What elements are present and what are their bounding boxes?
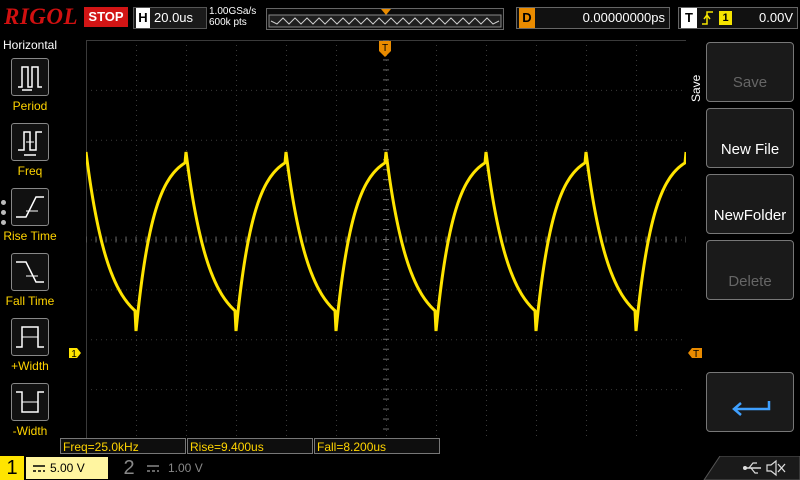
timebase-box[interactable]: H 20.0us <box>133 7 207 29</box>
trigger-level-value: 0.00V <box>759 10 793 25</box>
menu-item-neg-width[interactable]: -Width <box>0 383 60 447</box>
freq-icon <box>11 123 49 161</box>
trigger-level-marker[interactable]: T <box>687 347 703 359</box>
delete-button[interactable]: Delete <box>706 240 794 300</box>
delete-button-label: Delete <box>728 273 772 290</box>
trigger-box[interactable]: T 1 0.00V <box>678 7 798 29</box>
menu-item-label: -Width <box>12 424 48 438</box>
page-dot <box>1 220 6 225</box>
rising-edge-icon <box>702 11 713 25</box>
menu-item-label: +Width <box>11 359 49 373</box>
sample-rate: 1.00GSa/s <box>209 6 257 17</box>
neg-width-icon <box>11 383 49 421</box>
return-button[interactable] <box>706 372 794 432</box>
channel2-number[interactable]: 2 <box>118 456 140 480</box>
trigger-position-marker-label: T <box>382 43 388 54</box>
menu-item-fall-time[interactable]: Fall Time <box>0 253 60 317</box>
channel2-scale: 1.00 V <box>168 461 203 475</box>
right-menu-title: Save <box>689 74 703 102</box>
dc-coupling-icon <box>33 465 45 472</box>
menu-item-label: Period <box>12 99 48 113</box>
memory-overview-waveform <box>268 9 502 28</box>
menu-item-label: Freq <box>17 164 43 178</box>
menu-item-freq[interactable]: Freq <box>0 123 60 187</box>
new-file-button-label: New File <box>720 141 780 158</box>
period-icon <box>11 58 49 96</box>
pos-width-icon <box>11 318 49 356</box>
menu-item-rise-time[interactable]: Rise Time <box>0 188 60 252</box>
status-icons <box>703 456 800 480</box>
left-menu-title: Horizontal <box>2 38 58 52</box>
fall-time-icon <box>11 253 49 291</box>
menu-item-label: Fall Time <box>5 294 55 308</box>
trigger-level-marker-label: T <box>693 349 699 359</box>
waveform-display[interactable] <box>84 39 688 440</box>
channel1-number[interactable]: 1 <box>0 456 24 480</box>
delay-box[interactable]: D 0.00000000ps <box>516 7 670 29</box>
new-folder-button[interactable]: NewFolder <box>706 174 794 234</box>
return-arrow-icon <box>732 401 771 416</box>
acquisition-info: 1.00GSa/s 600k pts <box>209 6 265 30</box>
new-file-button[interactable]: New File <box>706 108 794 168</box>
timebase-value: 20.0us <box>154 10 194 25</box>
trigger-label: T <box>681 8 697 28</box>
measurement-freq[interactable]: Freq=25.0kHz <box>60 438 186 454</box>
channel1-offset-marker[interactable]: 1 <box>68 347 82 359</box>
save-button[interactable]: Save <box>706 42 794 102</box>
memory-overview-strip[interactable] <box>266 8 504 30</box>
trigger-position-marker[interactable]: T <box>378 40 392 58</box>
channel1-scale: 5.00 V <box>50 461 85 475</box>
trigger-source-badge: 1 <box>719 11 732 25</box>
measurement-rise[interactable]: Rise=9.400us <box>187 438 313 454</box>
rise-time-icon <box>11 188 49 226</box>
timebase-label: H <box>136 8 150 28</box>
menu-item-label: Rise Time <box>3 229 57 243</box>
menu-item-pos-width[interactable]: +Width <box>0 318 60 382</box>
delay-value: 0.00000000ps <box>582 10 665 25</box>
page-dot <box>1 210 6 215</box>
page-dot <box>1 200 6 205</box>
delay-label: D <box>519 8 535 28</box>
memory-trigger-marker <box>381 9 391 15</box>
save-button-label: Save <box>732 74 768 91</box>
run-stop-button[interactable]: STOP <box>84 7 128 27</box>
new-folder-button-label: NewFolder <box>713 207 787 224</box>
rigol-logo: RIGOL <box>4 4 79 29</box>
right-menu-title-text: Save <box>689 74 703 102</box>
memory-depth: 600k pts <box>209 17 247 28</box>
channel2-coupling-icon <box>147 465 159 472</box>
measurement-fall[interactable]: Fall=8.200us <box>314 438 440 454</box>
channel1-offset-marker-label: 1 <box>71 349 77 359</box>
menu-item-period[interactable]: Period <box>0 58 60 122</box>
waveform-grid <box>84 39 688 440</box>
